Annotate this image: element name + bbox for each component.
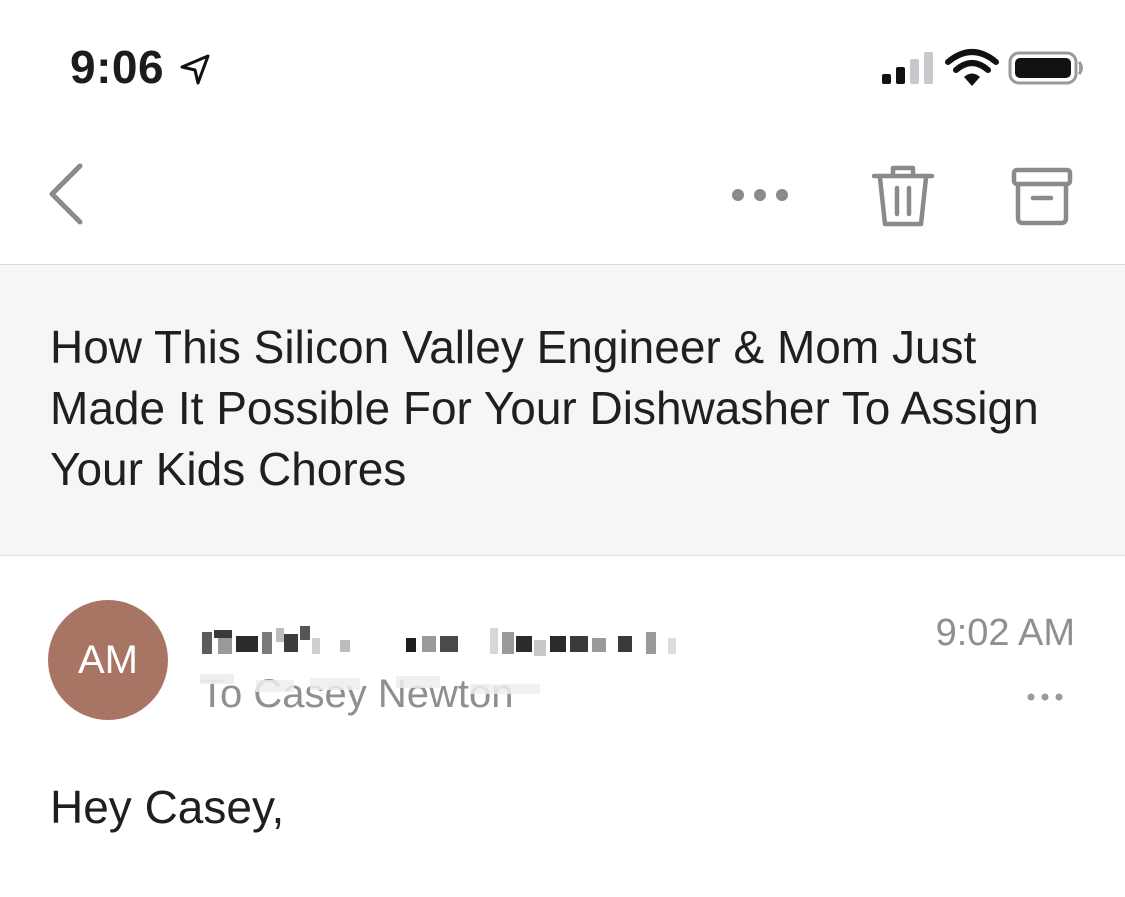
more-dots-icon[interactable] — [720, 170, 800, 220]
back-chevron-icon[interactable] — [40, 160, 90, 228]
email-body-greeting: Hey Casey, — [50, 781, 285, 833]
wifi-icon — [945, 49, 999, 86]
nav-bar — [0, 130, 1125, 265]
subject-area: How This Silicon Valley Engineer & Mom J… — [0, 265, 1125, 556]
avatar[interactable]: AM — [48, 600, 168, 720]
redacted-sender-name — [202, 626, 676, 656]
sender-row[interactable]: AM To Casey Newton 9:02 AM — [0, 556, 1125, 746]
status-time: 9:06 — [70, 41, 165, 93]
location-arrow-icon — [180, 54, 210, 85]
status-bar: 9:06 — [0, 0, 1125, 130]
trash-icon[interactable] — [868, 160, 938, 230]
message-more-icon[interactable] — [1025, 682, 1065, 712]
cellular-signal-icon — [882, 52, 933, 84]
email-subject: How This Silicon Valley Engineer & Mom J… — [50, 321, 1039, 495]
battery-icon — [1008, 51, 1083, 85]
archive-icon[interactable] — [1008, 164, 1076, 228]
recipients-blur-overlay — [200, 674, 540, 694]
sent-time: 9:02 AM — [935, 612, 1075, 654]
